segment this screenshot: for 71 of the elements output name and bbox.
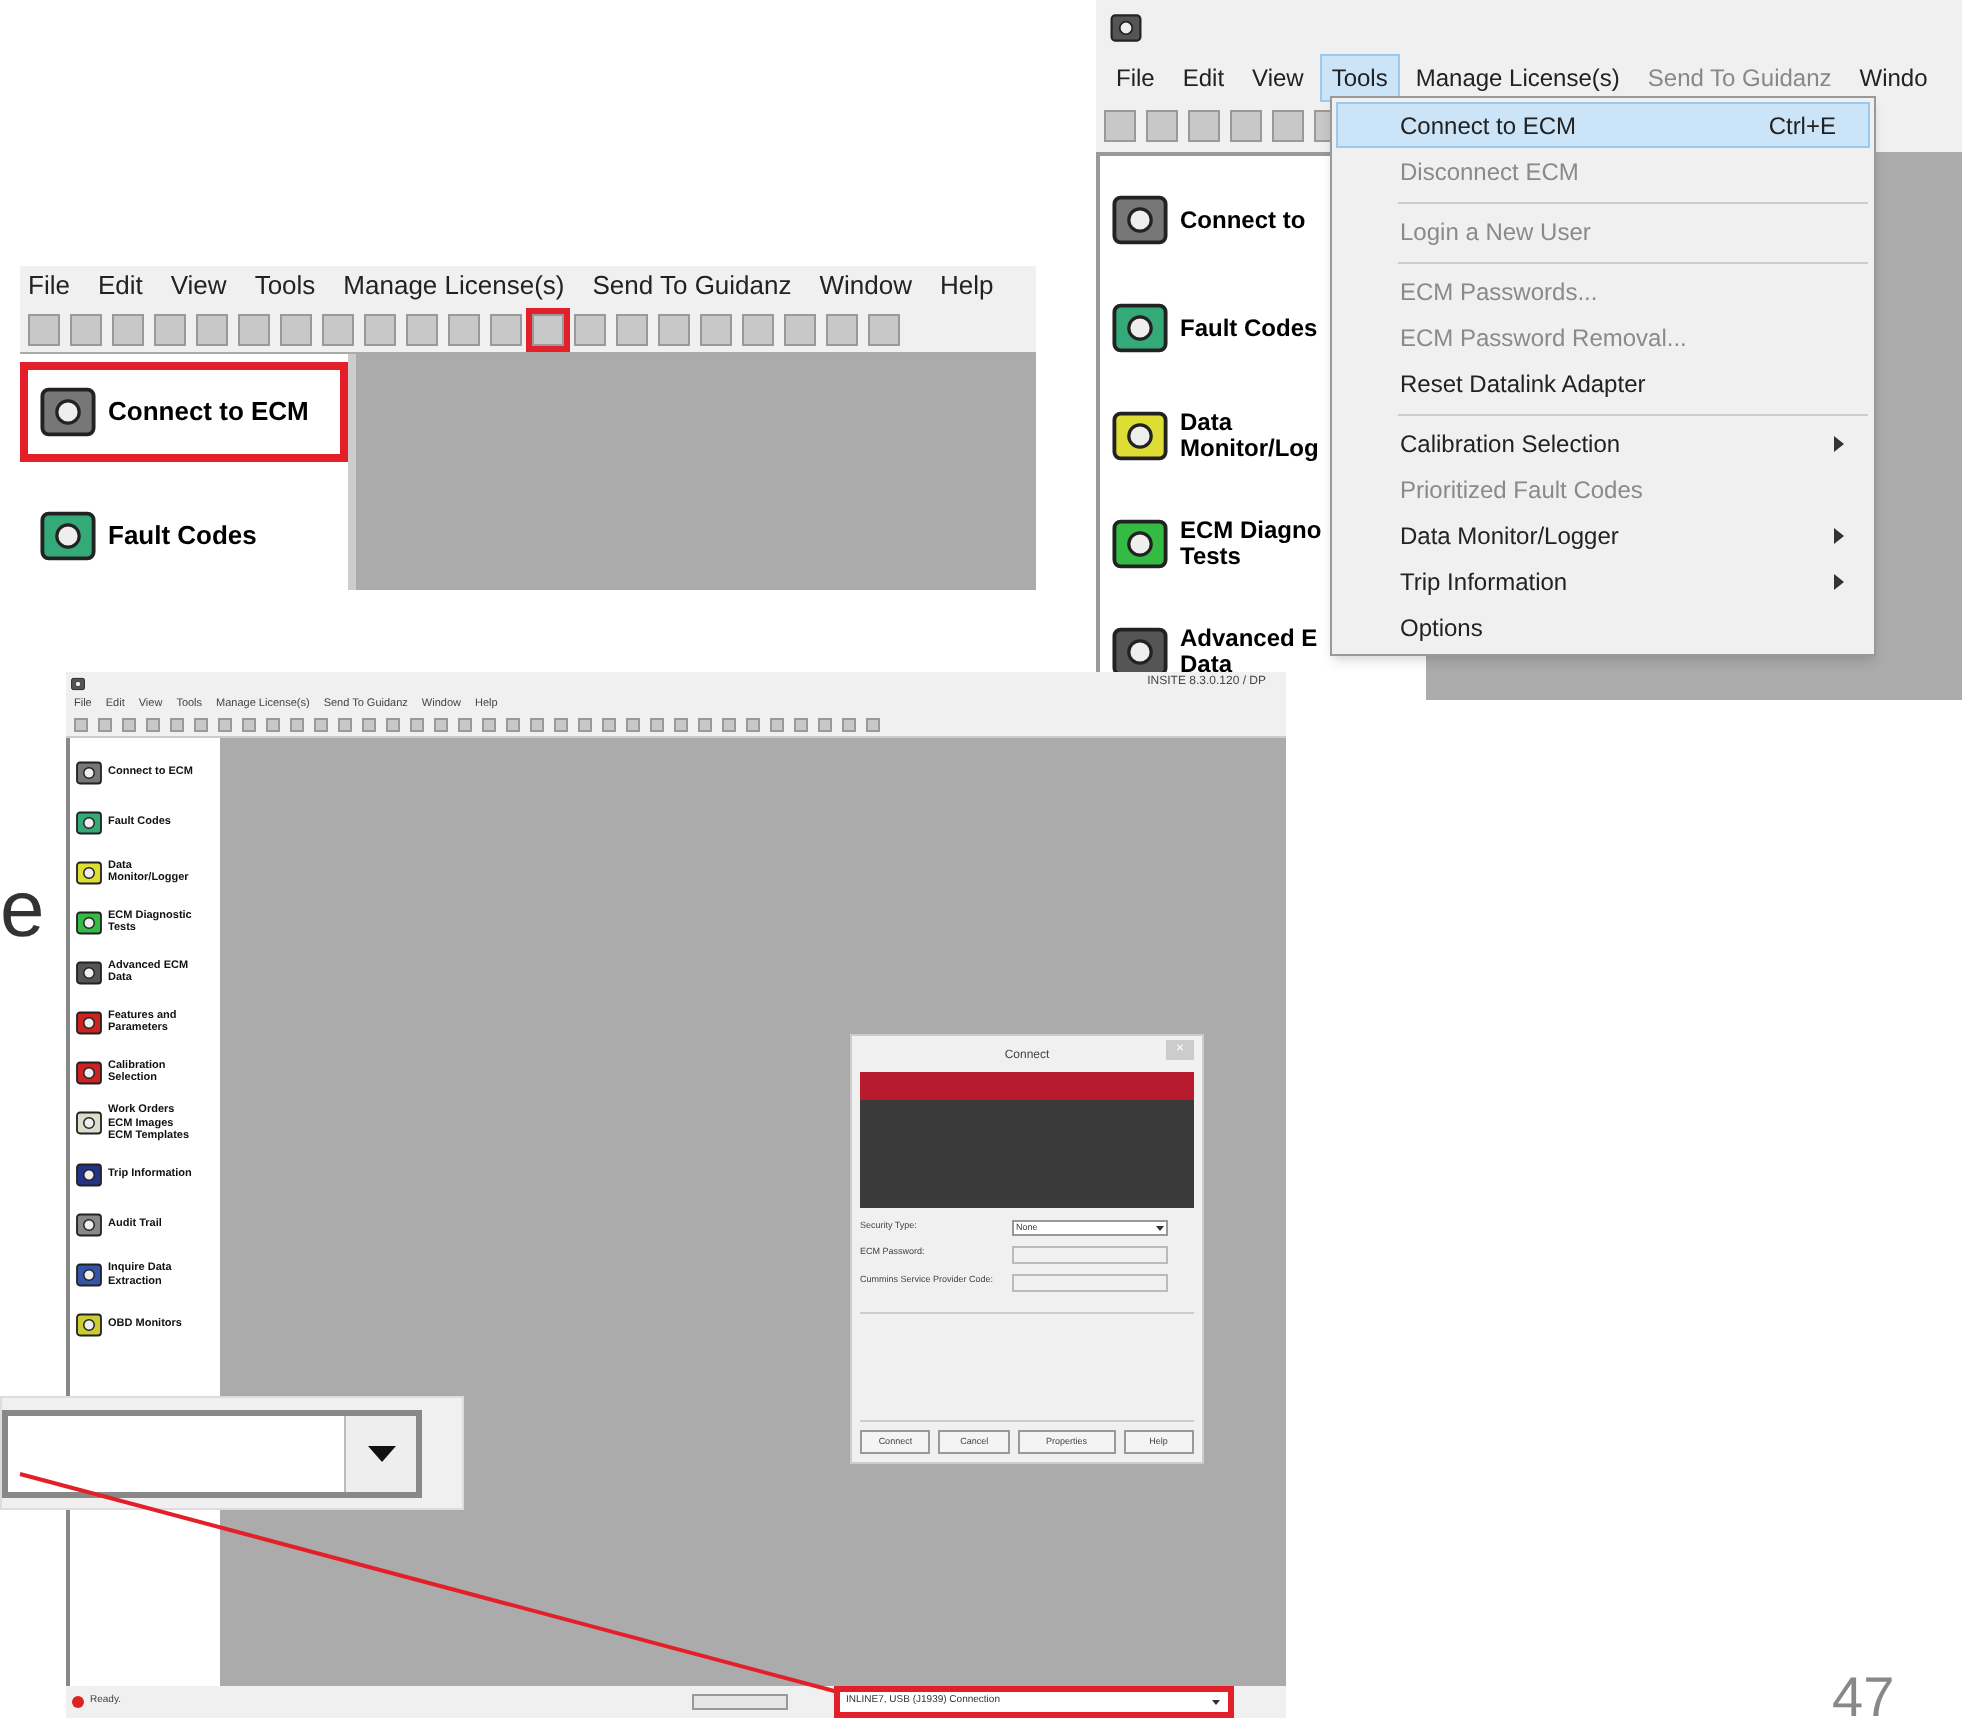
toolbar-button[interactable] (28, 313, 60, 345)
tool-icon (74, 1057, 104, 1087)
menu-item[interactable]: Options (1336, 604, 1870, 650)
toolbar-button[interactable] (700, 313, 732, 345)
tool-icon (74, 1007, 104, 1037)
menu-item[interactable]: Send To Guidanz (592, 266, 792, 306)
page-number: 47 (1832, 1664, 1895, 1718)
toolbar-button[interactable] (1104, 110, 1136, 142)
menu-item[interactable]: View (170, 266, 227, 306)
menu-item[interactable]: Edit (97, 266, 143, 306)
toolbar-button[interactable] (280, 313, 312, 345)
tool-icon (74, 1160, 104, 1190)
toolbar-button[interactable] (826, 313, 858, 345)
dropdown-button[interactable] (344, 1415, 416, 1491)
shortcut-label: Ctrl+E (1768, 109, 1836, 143)
input-field[interactable] (1012, 1274, 1168, 1292)
toolbar-button[interactable] (1146, 110, 1178, 142)
toolbar-button[interactable] (154, 313, 186, 345)
toolbar-button[interactable] (1188, 110, 1220, 142)
tool-icon (74, 857, 104, 887)
tool-icon (74, 757, 104, 787)
menu-item[interactable]: Help (939, 266, 994, 306)
tool-icon (1108, 10, 1144, 46)
tool-icon (74, 1108, 104, 1139)
toolbar-button[interactable] (406, 313, 438, 345)
toolbar-button[interactable] (70, 313, 102, 345)
toolbar-button[interactable] (364, 313, 396, 345)
menu-item[interactable]: Data Monitor/Logger (1336, 512, 1870, 558)
sidebar-item[interactable]: Connect to ECM (20, 362, 348, 462)
caret-icon (367, 1445, 395, 1461)
toolbar-button[interactable] (742, 313, 774, 345)
menu-item[interactable]: Connect to ECM Ctrl+E (1336, 102, 1870, 148)
menu-item[interactable]: Tools (254, 266, 316, 306)
tool-icon (74, 1310, 104, 1340)
toolbar-button[interactable] (196, 313, 228, 345)
progress-indicator (692, 1694, 788, 1710)
select-field[interactable] (2, 1409, 422, 1497)
menu-item[interactable]: Reset Datalink Adapter (1336, 360, 1870, 406)
menu-item[interactable]: Windo (1847, 54, 1940, 102)
tool-icon (74, 957, 104, 987)
toolbar-button[interactable] (448, 313, 480, 345)
toolbar-button[interactable] (574, 313, 606, 345)
slide-text: e (0, 864, 45, 958)
toolbar-button[interactable] (616, 313, 648, 345)
caret-icon (1210, 1696, 1222, 1708)
menu-item[interactable]: Trip Information (1336, 558, 1870, 604)
menu-item[interactable]: File (28, 266, 70, 306)
tool-icon (74, 907, 104, 937)
tool-icon (74, 1210, 104, 1240)
tool-icon (74, 807, 104, 837)
menu-item[interactable]: Window (819, 266, 912, 306)
toolbar-button[interactable] (868, 313, 900, 345)
input-field[interactable] (1012, 1246, 1168, 1264)
menu-item[interactable]: View (1240, 54, 1316, 102)
menu-item[interactable]: Calibration Selection (1336, 406, 1870, 466)
caret-icon (1154, 1222, 1166, 1234)
sidebar-item[interactable]: Fault Codes (20, 486, 348, 586)
toolbar-button[interactable] (1230, 110, 1262, 142)
toolbar-button[interactable] (658, 313, 690, 345)
menu-item[interactable]: File (1104, 54, 1167, 102)
toolbar-button[interactable] (112, 313, 144, 345)
toolbar-button[interactable] (490, 313, 522, 345)
toolbar-button[interactable] (322, 313, 354, 345)
status-dot-icon (72, 1696, 84, 1708)
toolbar-button[interactable] (238, 313, 270, 345)
menu-item[interactable]: Manage License(s) (1403, 54, 1632, 102)
menu-item[interactable]: Manage License(s) (343, 266, 565, 306)
toolbar-button[interactable] (1272, 110, 1304, 142)
menu-item[interactable]: Edit (1170, 54, 1237, 102)
tool-icon (74, 1260, 104, 1290)
toolbar-button[interactable] (784, 313, 816, 345)
